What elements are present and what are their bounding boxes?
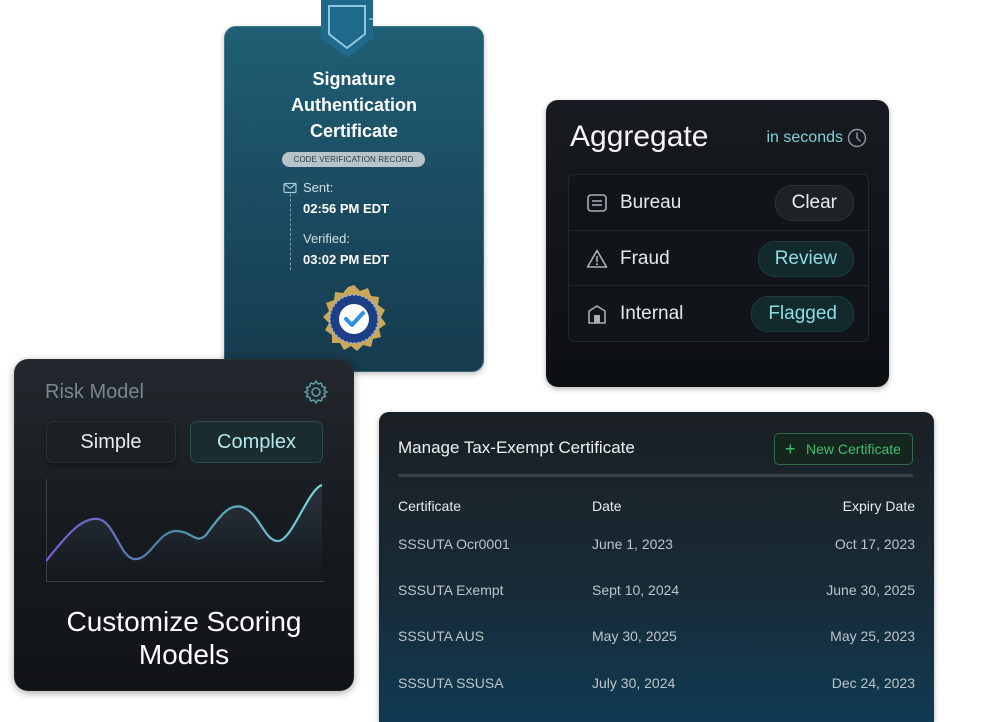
certificate-title: Signature Authentication Certificate [291,69,417,141]
header-divider [398,474,913,477]
verified-seal-icon [323,285,386,351]
aggregate-card: Aggregate in seconds Bureau Clear Fraud … [546,100,889,387]
mail-icon [283,182,297,194]
cell-date: June 1, 2023 [592,536,673,552]
sent-time: 02:56 PM EDT [303,201,389,216]
panel-title: Manage Tax-Exempt Certificate [398,438,635,457]
warning-icon [586,249,608,268]
cell-certificate: SSSUTA AUS [398,628,485,644]
source-name: Bureau [620,192,682,213]
scoring-curve-chart [46,479,324,582]
timeline-connector [290,194,293,270]
status-pill-flagged[interactable]: Flagged [751,296,854,332]
source-name: Internal [620,303,684,324]
aggregate-subtitle: in seconds [766,129,844,146]
gear-icon[interactable] [303,379,329,405]
building-icon [588,305,606,324]
risk-model-title: Risk Model [45,381,144,403]
aggregate-row-bureau[interactable]: Bureau Clear [569,175,868,230]
column-header-expiry[interactable]: Expiry Date [843,498,915,514]
clock-icon [847,128,867,148]
cell-date: May 30, 2025 [592,628,677,644]
plus-icon: + [785,439,796,459]
new-certificate-button[interactable]: + New Certificate [774,433,913,465]
verified-time: 03:02 PM EDT [303,252,389,267]
shield-tab-icon [321,0,373,58]
status-pill-clear[interactable]: Clear [774,185,854,221]
new-certificate-label: New Certificate [806,441,901,457]
cell-date: July 30, 2024 [592,675,676,691]
column-header-date[interactable]: Date [592,498,622,514]
aggregate-row-internal[interactable]: Internal Flagged [569,285,868,341]
source-name: Fraud [620,248,670,269]
risk-model-card: Risk Model Simple Complex Customize Scor… [14,359,354,691]
status-pill-review[interactable]: Review [757,241,854,277]
tax-exempt-certificate-panel: Manage Tax-Exempt Certificate + New Cert… [379,412,934,722]
cell-date: Sept 10, 2024 [592,582,680,598]
verification-record-chip: CODE VERIFICATION RECORD [282,152,425,167]
aggregate-row-fraud[interactable]: Fraud Review [569,230,868,286]
model-option-simple[interactable]: Simple [46,421,176,463]
cell-expiry: June 30, 2025 [826,582,915,598]
cell-expiry: Dec 24, 2023 [831,675,915,691]
risk-card-caption: Customize Scoring Models [14,605,354,671]
column-header-certificate[interactable]: Certificate [398,498,461,514]
caption-line-1: Customize Scoring [66,606,302,637]
aggregate-title: Aggregate [570,120,709,153]
document-icon [587,194,607,212]
cell-expiry: Oct 17, 2023 [834,536,915,552]
sent-label: Sent: [303,180,334,195]
cell-expiry: May 25, 2023 [830,628,915,644]
model-option-complex[interactable]: Complex [190,421,323,463]
caption-line-2: Models [138,639,230,670]
verified-label: Verified: [303,231,350,246]
cell-certificate: SSSUTA Ocr0001 [398,536,510,552]
signature-certificate-card: Signature Authentication Certificate COD… [224,0,484,372]
cell-certificate: SSSUTA SSUSA [398,675,504,691]
aggregate-source-list: Bureau Clear Fraud Review Internal Flagg… [568,174,869,342]
cell-certificate: SSSUTA Exempt [398,582,504,598]
